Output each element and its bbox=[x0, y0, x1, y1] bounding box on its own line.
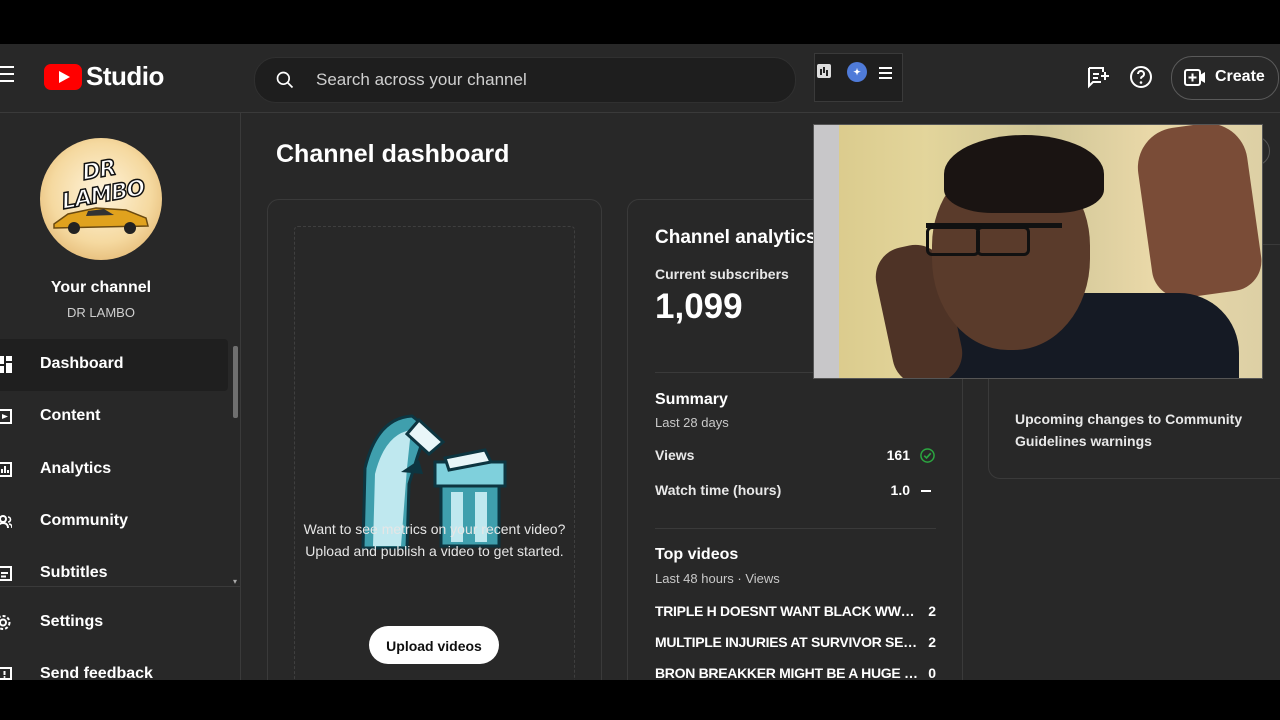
letterbox-top bbox=[0, 0, 1280, 44]
top-video-views: 0 bbox=[928, 665, 936, 680]
settings-icon bbox=[0, 615, 11, 630]
sidebar-item-community[interactable]: Community bbox=[0, 496, 228, 548]
search-icon bbox=[276, 71, 294, 89]
extension-badge-icon[interactable]: ✦ bbox=[847, 62, 867, 82]
top-video-views: 2 bbox=[928, 634, 936, 650]
brand-label: Studio bbox=[86, 61, 164, 91]
sidebar-divider bbox=[0, 586, 240, 587]
sidebar: DR LAMBO Your channel DR LAMBO Dashboard… bbox=[0, 113, 241, 680]
sidebar-item-send-feedback[interactable]: Send feedback bbox=[0, 649, 228, 680]
analytics-title: Channel analytics bbox=[655, 227, 817, 248]
create-label: Create bbox=[1215, 68, 1265, 85]
webcam-glasses bbox=[926, 223, 1062, 256]
letterbox-bottom bbox=[0, 680, 1280, 720]
top-videos-period: Last 48 hours · Views bbox=[655, 571, 780, 586]
summary-period: Last 28 days bbox=[655, 415, 729, 430]
dash-icon bbox=[921, 490, 931, 492]
webcam-overlay bbox=[813, 124, 1263, 379]
search-input[interactable]: Search across your channel bbox=[316, 70, 527, 90]
sidebar-item-label: Community bbox=[40, 512, 128, 529]
community-icon bbox=[0, 515, 12, 529]
top-videos-title: Top videos bbox=[655, 546, 739, 563]
sidebar-item-analytics[interactable]: Analytics bbox=[0, 444, 228, 496]
sidebar-item-label: Send feedback bbox=[40, 665, 153, 680]
analytics-divider bbox=[655, 528, 936, 529]
subscribers-count: 1,099 bbox=[655, 287, 743, 326]
sidebar-item-label: Subtitles bbox=[40, 564, 108, 581]
metric-watch-time-value: 1.0 bbox=[890, 482, 910, 498]
create-video-icon bbox=[1184, 69, 1205, 86]
create-button[interactable]: Create bbox=[1171, 56, 1279, 100]
top-video-views: 2 bbox=[928, 603, 936, 619]
subscribers-label: Current subscribers bbox=[655, 266, 789, 282]
webcam-hair bbox=[944, 135, 1104, 213]
your-channel-label[interactable]: Your channel bbox=[0, 279, 202, 297]
sidebar-item-dashboard[interactable]: Dashboard bbox=[0, 339, 228, 391]
content-icon bbox=[0, 409, 12, 424]
sidebar-item-content[interactable]: Content bbox=[0, 391, 228, 443]
metric-watch-time-label: Watch time (hours) bbox=[655, 482, 782, 498]
extension-menu-icon[interactable] bbox=[879, 67, 892, 82]
metric-views-value: 161 bbox=[886, 447, 910, 463]
metric-views-label: Views bbox=[655, 447, 695, 463]
subtitles-icon bbox=[0, 566, 12, 581]
news-headline[interactable]: Upcoming changes to Community Guidelines… bbox=[1015, 408, 1255, 452]
sidebar-item-label: Analytics bbox=[40, 460, 112, 477]
studio-app: Studio Search across your channel ✦ Crea… bbox=[0, 44, 1280, 680]
webcam-raised-hand bbox=[1132, 125, 1262, 302]
upload-prompt-text: Want to see metrics on your recent video… bbox=[295, 518, 574, 562]
upload-prompt-line-1: Want to see metrics on your recent video… bbox=[303, 521, 566, 537]
hamburger-menu-icon[interactable] bbox=[0, 66, 16, 84]
check-circle-icon bbox=[920, 448, 935, 463]
sidebar-item-settings[interactable]: Settings bbox=[0, 597, 228, 649]
top-video-title[interactable]: MULTIPLE INJURIES AT SURVIVOR SERI… bbox=[655, 634, 919, 650]
sidebar-item-label: Content bbox=[40, 407, 101, 424]
page-title: Channel dashboard bbox=[276, 140, 510, 168]
messages-icon[interactable] bbox=[1086, 65, 1110, 89]
youtube-logo-icon bbox=[44, 63, 82, 90]
feedback-icon bbox=[0, 667, 12, 680]
sidebar-scrollbar[interactable] bbox=[233, 346, 238, 418]
top-video-title[interactable]: BRON BREAKKER MIGHT BE A HUGE FO… bbox=[655, 665, 919, 680]
bar-chart-icon[interactable] bbox=[817, 64, 831, 78]
dashboard-icon bbox=[0, 356, 12, 373]
scroll-down-arrow-icon[interactable]: ▾ bbox=[233, 577, 237, 586]
top-video-title[interactable]: TRIPLE H DOESNT WANT BLACK WWE … bbox=[655, 603, 919, 619]
channel-name: DR LAMBO bbox=[67, 305, 135, 320]
channel-avatar[interactable]: DR LAMBO bbox=[40, 138, 162, 260]
sidebar-item-subtitles[interactable]: Subtitles bbox=[0, 548, 228, 600]
upload-videos-button[interactable]: Upload videos bbox=[369, 626, 499, 664]
studio-logo[interactable]: Studio bbox=[44, 61, 164, 92]
sidebar-item-label: Settings bbox=[40, 613, 104, 630]
summary-title: Summary bbox=[655, 391, 728, 408]
extension-toolbar: ✦ bbox=[814, 53, 903, 102]
top-header: Studio Search across your channel ✦ Crea… bbox=[0, 44, 1280, 113]
search-bar[interactable]: Search across your channel bbox=[254, 57, 796, 103]
car-icon bbox=[53, 207, 149, 234]
webcam-background-door bbox=[814, 125, 839, 378]
sidebar-item-label: Dashboard bbox=[40, 355, 124, 372]
help-icon[interactable] bbox=[1129, 65, 1153, 89]
upload-prompt-line-2: Upload and publish a video to get starte… bbox=[305, 543, 564, 559]
analytics-icon bbox=[0, 462, 12, 477]
